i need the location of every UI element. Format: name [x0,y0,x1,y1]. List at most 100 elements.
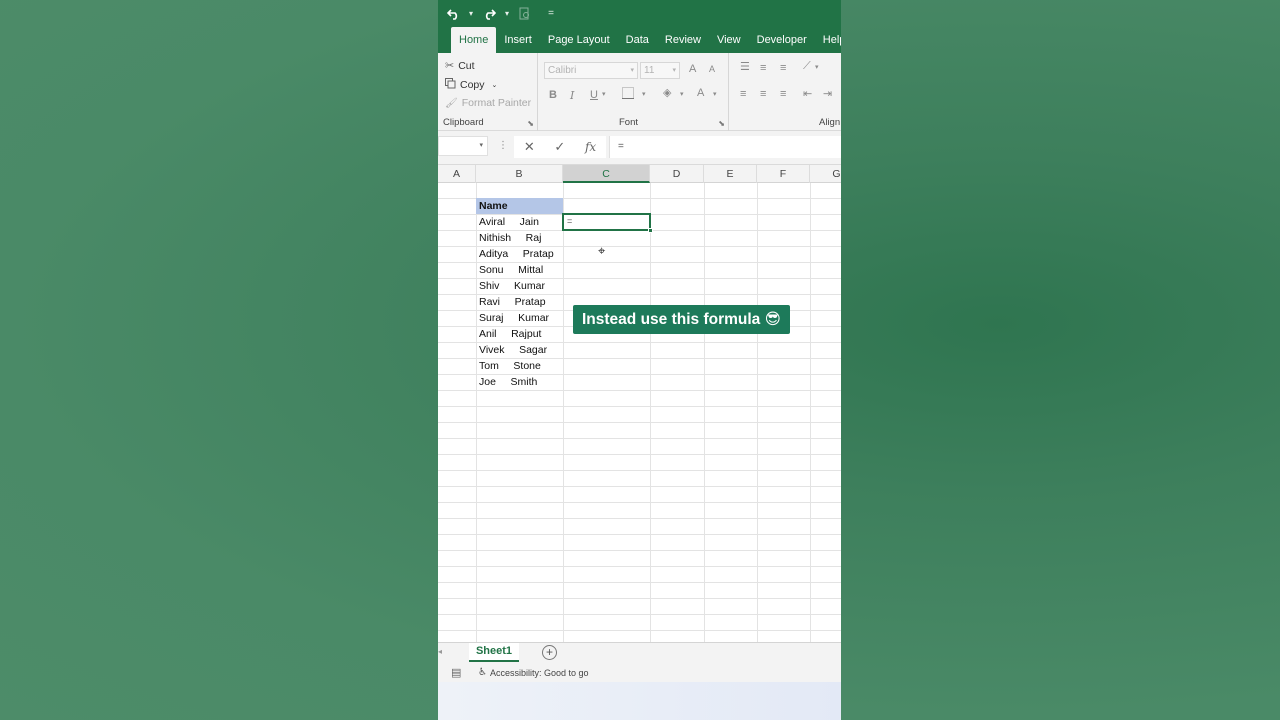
name-box[interactable]: ▾ [438,136,488,156]
chevron-down-icon[interactable]: ⌄ [492,81,498,89]
name-cell[interactable]: Suraj Kumar [476,310,563,326]
sheet-scroll-icon[interactable]: ◂ [438,647,442,656]
row-gridline [438,598,841,599]
format-painter-label: Format Painter [461,97,532,109]
tab-developer[interactable]: Developer [749,27,815,53]
column-header-b[interactable]: B [476,165,563,183]
chevron-down-icon[interactable]: ▾ [602,90,606,98]
row-gridline [438,390,841,391]
row-gridline [438,486,841,487]
copy-icon [445,78,456,92]
align-center-icon[interactable]: ≡ [760,88,766,100]
column-header-d[interactable]: D [650,165,704,183]
insert-function-icon[interactable]: fx [585,140,596,154]
name-cell[interactable]: Ravi Pratap [476,294,563,310]
redo-dropdown-icon[interactable]: ▾ [502,9,512,18]
bold-button[interactable]: B [549,89,557,101]
accessibility-status[interactable]: ♿ Accessibility: Good to go [478,667,589,678]
undo-dropdown-icon[interactable]: ▾ [466,9,476,18]
name-cell[interactable]: Sonu Mittal [476,262,563,278]
name-cell[interactable]: Nithish Raj [476,230,563,246]
copy-label: Copy [460,79,485,91]
title-bar: ▾ ▾ = [438,0,841,27]
column-gridline [757,183,758,642]
sheet-tab-sheet1[interactable]: Sheet1 [469,643,519,662]
dialog-launcher-icon[interactable]: ⬊ [718,119,725,128]
alignment-group-label: Align [819,117,841,128]
copy-button[interactable]: Copy ⌄ [445,78,497,92]
font-color-button[interactable]: A [697,87,704,99]
font-name-select[interactable]: Calibri ▾ [544,62,638,79]
tab-help[interactable]: Help [815,27,841,53]
column-headers: A B C D E F G [438,165,841,183]
italic-button[interactable]: I [570,89,574,102]
name-cell[interactable]: Joe Smith [476,374,563,390]
dialog-launcher-icon[interactable]: ⬊ [527,119,534,128]
column-header-f[interactable]: F [757,165,810,183]
tab-review[interactable]: Review [657,27,709,53]
fill-color-icon[interactable]: ◈ [663,86,671,99]
add-sheet-icon[interactable]: + [542,645,557,660]
chevron-down-icon[interactable]: ▾ [815,63,819,71]
align-top-icon[interactable]: ☰ [740,60,750,73]
caption-overlay: Instead use this formula 😎 [573,305,790,334]
enter-check-icon[interactable]: ✓ [554,139,565,155]
tab-view[interactable]: View [709,27,749,53]
mouse-cursor-icon: ⌖ [598,243,606,258]
column-header-a[interactable]: A [438,165,476,183]
chevron-down-icon[interactable]: ▾ [713,90,717,98]
name-cell[interactable]: Aviral Jain [476,214,563,230]
grow-font-icon[interactable]: A [689,63,696,75]
undo-icon[interactable] [442,3,464,25]
name-cell[interactable]: Aditya Pratap [476,246,563,262]
row-gridline [438,406,841,407]
decrease-indent-icon[interactable]: ⇤ [803,87,812,100]
tab-page-layout[interactable]: Page Layout [540,27,618,53]
shrink-font-icon[interactable]: A [709,64,715,74]
print-preview-icon[interactable] [514,3,536,25]
customize-quick-access[interactable]: = [546,8,556,19]
tab-home[interactable]: Home [451,27,497,53]
active-cell[interactable]: = [562,213,653,233]
alignment-group: ☰ ≡ ≡ ⟋ ▾ ≡ ≡ ≡ ⇤ ⇥ Align [730,53,841,131]
chevron-down-icon[interactable]: ▾ [680,90,684,98]
name-cell[interactable]: Tom Stone [476,358,563,374]
row-gridline [438,614,841,615]
underline-button[interactable]: U [590,89,598,101]
cut-button[interactable]: ✂ Cut [445,59,475,73]
align-right-icon[interactable]: ≡ [780,88,786,100]
name-header-cell[interactable]: Name [476,198,563,214]
tab-insert[interactable]: Insert [496,27,540,53]
formula-bar-splitter-icon[interactable]: ⋮ [498,140,508,151]
cancel-icon[interactable]: ✕ [524,139,535,155]
column-header-e[interactable]: E [704,165,757,183]
chevron-down-icon: ▾ [479,142,483,149]
font-group: Calibri ▾ 11 ▾ A A B I U ▾ ▾ ◈ ▾ A ▾ Fon… [539,53,729,131]
orientation-icon[interactable]: ⟋ [803,60,811,73]
chevron-down-icon: ▾ [672,67,676,74]
cut-label: Cut [458,59,475,72]
format-painter-button[interactable]: 🖌 Format Painter [445,97,531,109]
borders-icon[interactable] [622,87,634,102]
chevron-down-icon: ▾ [630,67,634,74]
row-gridline [438,566,841,567]
column-gridline [563,183,564,642]
column-gridline [704,183,705,642]
align-middle-icon[interactable]: ≡ [760,62,766,74]
fill-handle[interactable] [648,228,653,233]
name-cell[interactable]: Anil Rajput [476,326,563,342]
chevron-down-icon[interactable]: ▾ [642,90,646,98]
font-size-select[interactable]: 11 ▾ [640,62,680,79]
redo-icon[interactable] [478,3,500,25]
formula-input[interactable]: = [609,136,841,158]
column-gridline [650,183,651,642]
align-left-icon[interactable]: ≡ [740,88,746,100]
name-cell[interactable]: Vivek Sagar [476,342,563,358]
font-group-label: Font [619,117,639,128]
column-header-g[interactable]: G [810,165,841,183]
align-bottom-icon[interactable]: ≡ [780,62,786,74]
increase-indent-icon[interactable]: ⇥ [823,87,832,100]
name-cell[interactable]: Shiv Kumar [476,278,563,294]
column-header-c[interactable]: C [563,165,650,183]
tab-data[interactable]: Data [618,27,657,53]
